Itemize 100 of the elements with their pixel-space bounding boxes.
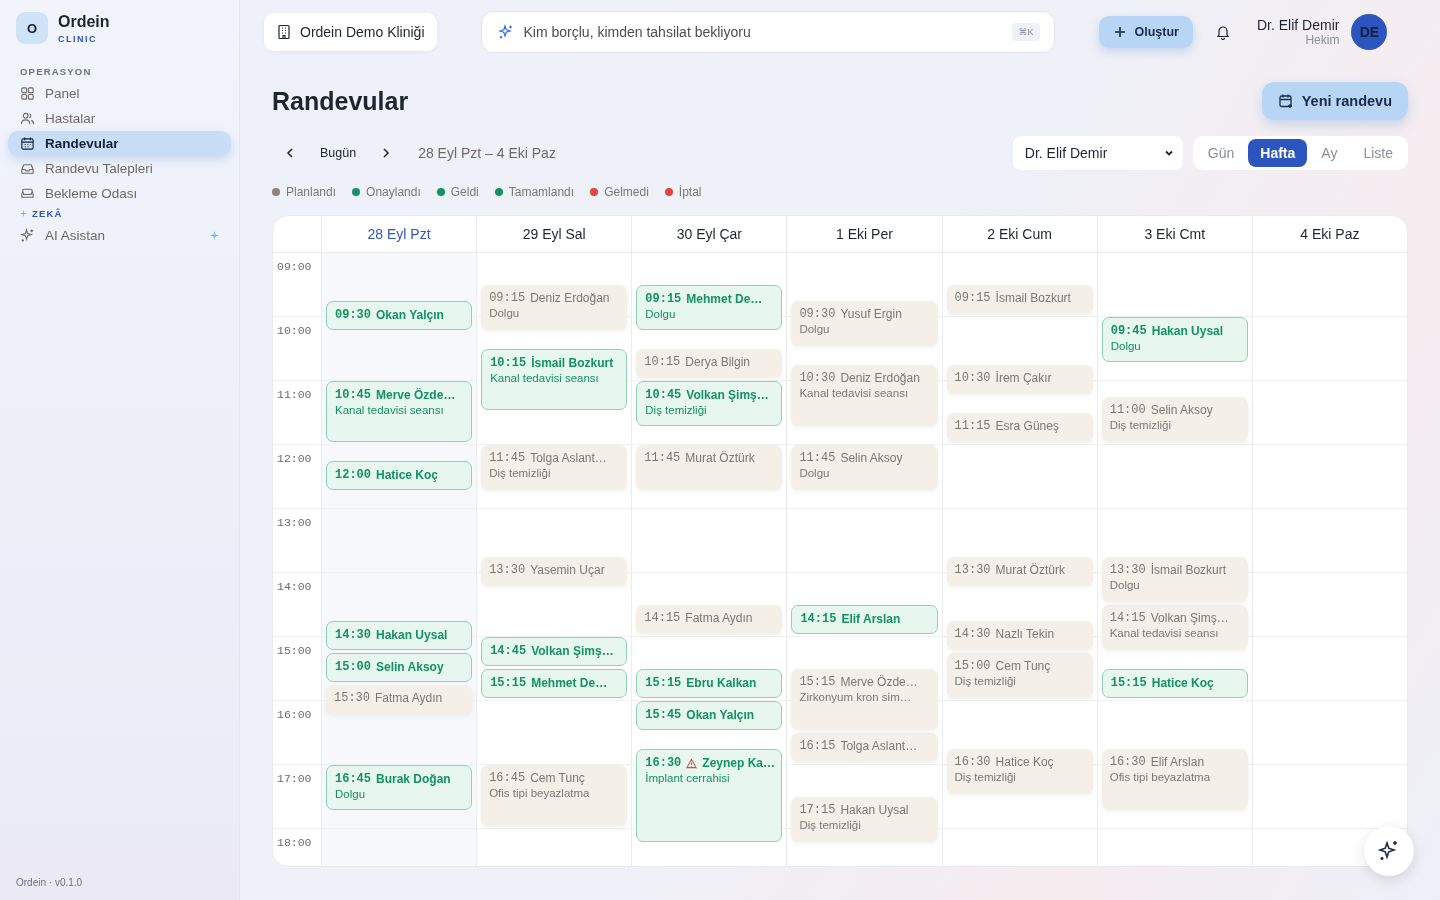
treatment-label: Kanal tedavisi seansı [799, 387, 910, 399]
appointment-card[interactable]: 16:15 Tolga Aslant… [791, 733, 938, 762]
view-tab[interactable]: Ay [1309, 139, 1350, 167]
patient-name: Elif Arslan [841, 612, 901, 626]
appointment-card[interactable]: 13:30 Murat Öztürk [946, 557, 1093, 586]
appointment-card[interactable]: 15:00 Selin Aksoy [326, 653, 473, 682]
view-tab[interactable]: Hafta [1248, 139, 1308, 167]
appointment-card[interactable]: 15:15 Merve Özde… Zirkonyum kron sim… [791, 669, 938, 730]
patient-name: Hatice Koç [995, 755, 1054, 769]
appointment-card[interactable]: 10:45 Volkan Şimş… Diş temizliği [636, 381, 783, 426]
treatment-label: Dolgu [1110, 340, 1142, 352]
appointment-time: 11:15 [954, 419, 991, 433]
appointment-card[interactable]: 16:30 Zeynep Ka… İmplant cerrahisi [636, 749, 783, 842]
appointment-card[interactable]: 09:30 Yusuf Ergin Dolgu [791, 301, 938, 346]
create-button[interactable]: Oluştur [1098, 16, 1193, 48]
appointment-card[interactable]: 11:45 Selin Aksoy Dolgu [791, 445, 938, 490]
day-header: 3 Eki Cmt [1097, 216, 1253, 252]
appointment-card[interactable]: 14:15 Volkan Şimş… Kanal tedavisi seansı [1101, 605, 1248, 650]
appointment-card[interactable]: 14:30 Nazlı Tekin [946, 621, 1093, 650]
patient-name: Volkan Şimş… [686, 388, 769, 402]
appointment-card[interactable]: 14:15 Elif Arslan [791, 605, 938, 634]
notification-icon[interactable] [1214, 24, 1231, 40]
search-field[interactable]: Kim borçlu, kimden tahsilat bekliyoru [521, 23, 1005, 41]
legend-label: İptal [678, 185, 702, 199]
patient-name: Zeynep Ka… [702, 756, 775, 770]
clinic-selector[interactable]: Ordein Demo Kliniği [264, 13, 437, 51]
appointment-card[interactable]: 13:30 Yasemin Uçar [481, 557, 628, 586]
sidebar-item[interactable]: Hastalar [8, 106, 231, 131]
patient-name: Yusuf Ergin [840, 307, 902, 321]
patient-name: Deniz Erdoğan [840, 371, 920, 385]
page-title: Randevular [272, 86, 409, 116]
appointment-card[interactable]: 14:45 Volkan Şimş… [481, 637, 628, 666]
legend-label: Planlandı [286, 185, 337, 199]
plus-icon [1112, 25, 1127, 39]
appointment-card[interactable]: 11:15 Esra Güneş [946, 413, 1093, 442]
appointment-card[interactable]: 09:45 Hakan Uysal Dolgu [1101, 317, 1248, 362]
appointment-card[interactable]: 09:15 İsmail Bozkurt [946, 285, 1093, 314]
appointment-card[interactable]: 10:30 İrem Çakır [946, 365, 1093, 394]
sidebar-item[interactable]: Randevu Talepleri [8, 156, 231, 181]
appointment-card[interactable]: 15:15 Ebru Kalkan [636, 669, 783, 698]
avatar[interactable]: DE [1351, 14, 1388, 50]
sidebar-item[interactable]: Bekleme Odası [8, 181, 231, 206]
appointment-card[interactable]: 11:45 Murat Öztürk [636, 445, 783, 490]
treatment-label: Dolgu [645, 308, 677, 320]
appointment-time: 15:15 [799, 675, 836, 689]
appointment-card[interactable]: 10:45 Merve Özde… Kanal tedavisi seansı [326, 381, 473, 442]
time-label: 11:00 [277, 388, 312, 401]
day-header: 30 Eyl Çar [632, 216, 788, 252]
appointment-card[interactable]: 09:15 Mehmet De… Dolgu [636, 285, 783, 330]
appointment-card[interactable]: 15:30 Fatma Aydın [326, 685, 473, 714]
appointment-card[interactable]: 09:15 Deniz Erdoğan Dolgu [481, 285, 628, 330]
view-tab[interactable]: Liste [1351, 139, 1405, 167]
appointment-time: 15:15 [645, 676, 682, 690]
appointment-card[interactable]: 10:15 Derya Bilgin [636, 349, 783, 378]
appointment-time: 09:15 [645, 292, 682, 306]
appointment-card[interactable]: 15:45 Okan Yalçın [636, 701, 783, 730]
sidebar-item[interactable]: Randevular [8, 131, 231, 156]
day-header: 2 Eki Cum [942, 216, 1098, 252]
search-bar[interactable]: Kim borçlu, kimden tahsilat bekliyoru ⌘K [480, 11, 1055, 53]
appointment-card[interactable]: 15:00 Cem Tunç Diş temizliği [946, 653, 1093, 698]
sidebar-item[interactable]: Panel [8, 81, 231, 106]
patient-name: Tolga Aslant… [840, 739, 918, 753]
day-header: 1 Eki Per [787, 216, 943, 252]
patient-name: Hatice Koç [376, 468, 439, 482]
today-button[interactable]: Bugün [308, 138, 369, 168]
view-tab[interactable]: Gün [1195, 139, 1247, 167]
doctor-select[interactable]: Dr. Elif Demir [1012, 136, 1183, 170]
appointment-time: 16:15 [799, 739, 836, 753]
appointment-card[interactable]: 14:15 Fatma Aydın [636, 605, 783, 634]
appointment-card[interactable]: 14:30 Hakan Uysal [326, 621, 473, 650]
sidebar-item[interactable]: AI Asistan [8, 223, 231, 248]
brand-name: Ordein [58, 12, 110, 31]
appointment-card[interactable]: 15:15 Mehmet De… [481, 669, 628, 698]
appointment-card[interactable]: 13:30 İsmail Bozkurt Dolgu [1101, 557, 1248, 602]
appointment-card[interactable]: 10:30 Deniz Erdoğan Kanal tedavisi seansı [791, 365, 938, 426]
appointment-card[interactable]: 10:15 İsmail Bozkurt Kanal tedavisi seansı [481, 349, 628, 410]
appointment-card[interactable]: 12:00 Hatice Koç [326, 461, 473, 490]
appointment-card[interactable]: 16:45 Cem Tunç Ofis tipi beyazlatma [481, 765, 628, 826]
appointment-card[interactable]: 16:30 Elif Arslan Ofis tipi beyazlatma [1101, 749, 1248, 810]
new-appointment-button[interactable]: Yeni randevu [1261, 82, 1408, 120]
treatment-label: Kanal tedavisi seansı [490, 372, 600, 384]
time-label: 14:00 [277, 580, 312, 593]
appointment-card[interactable]: 17:15 Hakan Uysal Diş temizliği [791, 797, 938, 842]
section-title: OPERASYON [20, 66, 92, 77]
appointment-time: 10:15 [644, 355, 681, 369]
appointment-time: 15:15 [490, 676, 527, 690]
appointment-card[interactable]: 16:45 Burak Doğan Dolgu [326, 765, 473, 810]
patient-name: Hakan Uysal [1151, 324, 1224, 338]
appointment-card[interactable]: 09:30 Okan Yalçın [326, 301, 473, 330]
appointment-card[interactable]: 11:45 Tolga Aslant… Diş temizliği [481, 445, 628, 490]
appointment-card[interactable]: 11:00 Selin Aksoy Diş temizliği [1101, 397, 1248, 442]
user-name: Dr. Elif Demir [1256, 17, 1340, 33]
calendar-plus-icon [1277, 93, 1294, 109]
appointment-card[interactable]: 16:30 Hatice Koç Diş temizliği [946, 749, 1093, 794]
users-icon [20, 111, 35, 126]
ai-assistant-button[interactable] [1364, 826, 1414, 876]
appointment-time: 15:00 [954, 659, 991, 673]
appointment-card[interactable]: 15:15 Hatice Koç [1101, 669, 1248, 698]
appointment-time: 15:30 [334, 691, 370, 705]
time-label: 16:00 [277, 708, 312, 721]
